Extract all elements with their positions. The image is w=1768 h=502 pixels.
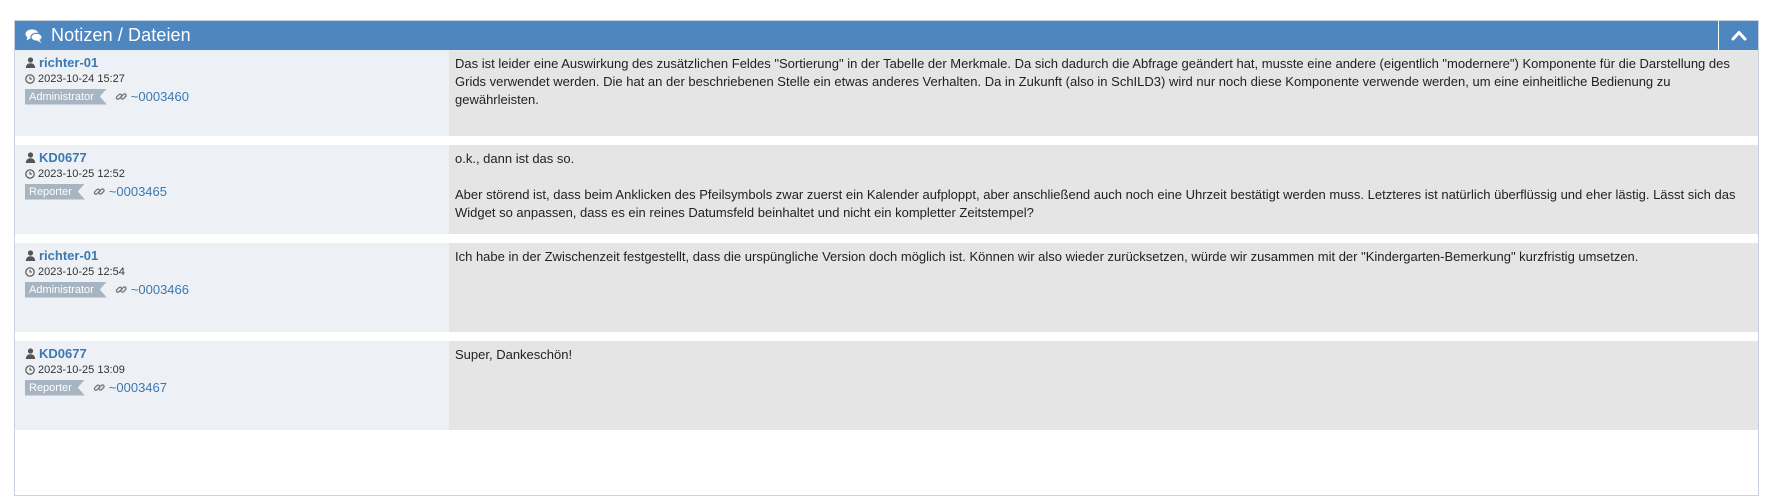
note-permalink[interactable]: ~0003466: [131, 282, 189, 297]
user-icon: [25, 348, 36, 359]
collapse-button[interactable]: [1718, 21, 1758, 50]
panel-title: Notizen / Dateien: [51, 25, 191, 45]
note-text: Ich habe in der Zwischenzeit festgestell…: [449, 243, 1758, 332]
link-icon: [93, 185, 106, 198]
link-icon: [115, 283, 128, 296]
note-paragraph: Ich habe in der Zwischenzeit festgestell…: [455, 249, 1639, 264]
note-paragraph: Aber störend ist, dass beim Anklicken de…: [455, 187, 1736, 220]
note-meta: richter-01 2023-10-24 15:27 Administrato…: [15, 50, 449, 136]
note-paragraph: o.k., dann ist das so.: [455, 151, 575, 166]
note-row: richter-01 2023-10-25 12:54 Administrato…: [15, 243, 1758, 332]
note-author-link[interactable]: KD0677: [39, 346, 87, 361]
clock-icon: [25, 266, 35, 277]
role-badge: Administrator: [25, 89, 107, 105]
note-row: KD0677 2023-10-25 13:09 Reporter ~000346…: [15, 341, 1758, 430]
note-permalink[interactable]: ~0003460: [131, 89, 189, 104]
clock-icon: [25, 364, 35, 375]
note-paragraph: Das ist leider eine Auswirkung des zusät…: [455, 56, 1730, 107]
role-badge: Reporter: [25, 380, 85, 396]
note-timestamp: 2023-10-25 12:54: [38, 265, 125, 278]
note-text: Super, Dankeschön!: [449, 341, 1758, 430]
note-timestamp: 2023-10-25 13:09: [38, 363, 125, 376]
note-meta: KD0677 2023-10-25 13:09 Reporter ~000346…: [15, 341, 449, 430]
notes-panel: Notizen / Dateien richter-01 2023-10-24 …: [14, 20, 1759, 496]
user-icon: [25, 152, 36, 163]
note-row: richter-01 2023-10-24 15:27 Administrato…: [15, 50, 1758, 136]
note-timestamp: 2023-10-24 15:27: [38, 72, 125, 85]
link-icon: [115, 90, 128, 103]
user-icon: [25, 250, 36, 261]
note-row: KD0677 2023-10-25 12:52 Reporter ~000346…: [15, 145, 1758, 234]
link-icon: [93, 381, 106, 394]
role-badge: Administrator: [25, 282, 107, 298]
note-spacer: [15, 136, 1758, 145]
panel-header: Notizen / Dateien: [15, 21, 1758, 50]
note-text: o.k., dann ist das so. Aber störend ist,…: [449, 145, 1758, 234]
chevron-up-icon: [1731, 26, 1747, 45]
note-author-link[interactable]: richter-01: [39, 248, 98, 263]
note-timestamp: 2023-10-25 12:52: [38, 167, 125, 180]
note-permalink[interactable]: ~0003467: [109, 380, 167, 395]
note-author-link[interactable]: richter-01: [39, 55, 98, 70]
note-spacer: [15, 332, 1758, 341]
note-spacer: [15, 234, 1758, 243]
user-icon: [25, 57, 36, 68]
note-paragraph: Super, Dankeschön!: [455, 347, 573, 362]
note-permalink[interactable]: ~0003465: [109, 184, 167, 199]
note-meta: richter-01 2023-10-25 12:54 Administrato…: [15, 243, 449, 332]
comments-icon: [25, 28, 43, 44]
note-spacer: [15, 430, 1758, 439]
clock-icon: [25, 73, 35, 84]
note-text: Das ist leider eine Auswirkung des zusät…: [449, 50, 1758, 136]
clock-icon: [25, 168, 35, 179]
role-badge: Reporter: [25, 184, 85, 200]
note-author-link[interactable]: KD0677: [39, 150, 87, 165]
note-meta: KD0677 2023-10-25 12:52 Reporter ~000346…: [15, 145, 449, 234]
